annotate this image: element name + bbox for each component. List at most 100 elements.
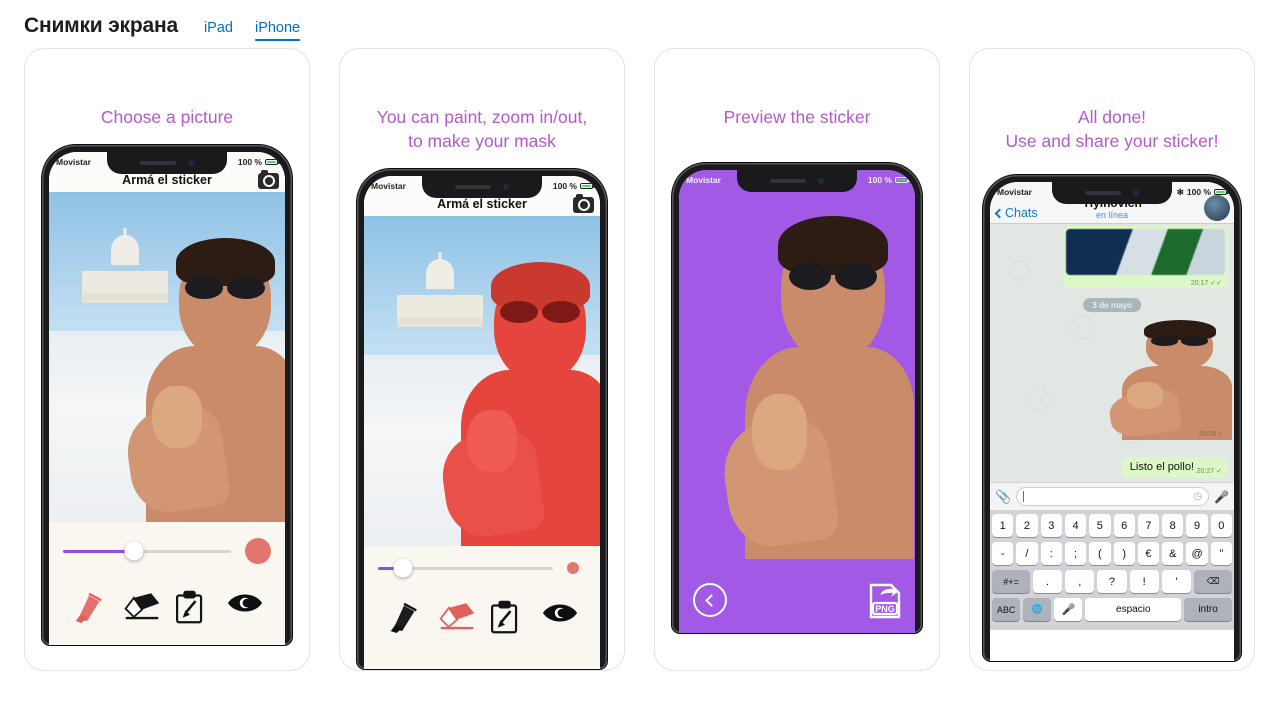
key-9[interactable]: 9 — [1186, 514, 1208, 537]
clipboard-brush-icon[interactable] — [174, 590, 212, 624]
screenshot-card[interactable]: Choose a picture Movistar 100 % Armá el … — [24, 48, 310, 671]
eye-icon[interactable] — [226, 590, 264, 624]
slider-knob[interactable] — [393, 558, 412, 578]
tool-row — [63, 590, 271, 624]
page-title: Снимки экрана — [24, 14, 178, 37]
slider-track[interactable] — [63, 541, 231, 561]
key-at[interactable]: @ — [1186, 542, 1208, 565]
chat-input-bar: 📎 ◷ 🎤 — [990, 482, 1234, 510]
front-camera-icon — [1133, 190, 1139, 196]
screenshot-caption: You can paint, zoom in/out, to make your… — [376, 107, 588, 151]
screenshot-card[interactable]: You can paint, zoom in/out, to make your… — [339, 48, 625, 671]
camera-icon[interactable] — [258, 170, 279, 189]
key-comma[interactable]: , — [1065, 570, 1095, 593]
key-slash[interactable]: / — [1016, 542, 1038, 565]
screenshot-caption: All done! Use and share your sticker! — [1005, 107, 1219, 151]
key-7[interactable]: 7 — [1137, 514, 1160, 537]
key-space[interactable]: espacio — [1085, 598, 1182, 621]
color-swatch[interactable] — [245, 538, 271, 564]
key-ampersand[interactable]: & — [1162, 542, 1184, 565]
highlighter-icon[interactable] — [385, 600, 423, 634]
eraser-icon[interactable] — [437, 600, 475, 634]
key-semicolon[interactable]: ; — [1064, 542, 1087, 565]
sticker-image — [1107, 320, 1233, 440]
message-input[interactable]: ◷ — [1016, 487, 1210, 506]
sticker-icon[interactable]: ◷ — [1193, 491, 1202, 502]
phone-mockup: Movistar ✻ 100 % Chats Yiy — [981, 175, 1243, 670]
key-0[interactable]: 0 — [1210, 514, 1232, 537]
front-camera-icon — [188, 160, 194, 166]
key-1[interactable]: 1 — [992, 514, 1014, 537]
key-question[interactable]: ? — [1097, 570, 1127, 593]
key-abc[interactable]: ABC — [992, 598, 1021, 621]
key-quote[interactable]: " — [1210, 542, 1232, 565]
back-circle-button[interactable] — [693, 583, 727, 617]
brush-size-slider[interactable] — [378, 558, 586, 578]
front-camera-icon — [818, 178, 824, 184]
key-5[interactable]: 5 — [1089, 514, 1111, 537]
clipboard-brush-icon[interactable] — [489, 600, 527, 634]
battery-icon — [1214, 188, 1229, 196]
highlighter-icon[interactable] — [70, 590, 108, 624]
screenshot-caption: Preview the sticker — [723, 107, 871, 127]
key-backspace[interactable]: ⌫ — [1194, 570, 1232, 593]
keyboard-row: ABC 🌐 🎤 espacio intro — [992, 598, 1232, 621]
slider-knob[interactable] — [124, 541, 144, 561]
key-apostrophe[interactable]: ' — [1161, 570, 1191, 593]
date-divider: 3 de mayo — [1083, 298, 1141, 312]
key-8[interactable]: 8 — [1162, 514, 1184, 537]
attach-icon[interactable]: 📎 — [995, 489, 1011, 505]
key-hyphen[interactable]: - — [992, 542, 1014, 565]
key-symbols[interactable]: #+= — [992, 570, 1030, 593]
message-bubble-image[interactable]: 20:17 ✓✓ — [1063, 226, 1228, 288]
bluetooth-icon: ✻ — [1176, 186, 1184, 197]
message-bubble-sticker[interactable]: 20:26 ✓ — [1107, 320, 1233, 440]
speaker-icon — [140, 161, 176, 165]
key-euro[interactable]: € — [1137, 542, 1160, 565]
text-caret — [1023, 491, 1025, 502]
front-camera-icon — [503, 184, 509, 190]
key-6[interactable]: 6 — [1113, 514, 1135, 537]
photo-canvas[interactable] — [364, 216, 600, 546]
tab-iphone[interactable]: iPhone — [254, 20, 301, 41]
eraser-icon[interactable] — [122, 590, 160, 624]
phone-mockup: Movistar 100 % Armá el sticker — [36, 145, 298, 670]
color-swatch[interactable] — [567, 562, 579, 574]
camera-icon[interactable] — [573, 194, 594, 213]
tab-ipad[interactable]: iPad — [204, 20, 233, 41]
key-exclamation[interactable]: ! — [1129, 570, 1159, 593]
key-2[interactable]: 2 — [1016, 514, 1038, 537]
key-period[interactable]: . — [1032, 570, 1063, 593]
microphone-icon[interactable]: 🎤 — [1214, 490, 1229, 504]
onscreen-keyboard: 1 2 3 4 5 6 7 8 9 0 - /: ; () € & @ " … — [990, 510, 1234, 630]
phone-notch — [1052, 182, 1172, 204]
key-enter[interactable]: intro — [1184, 598, 1232, 621]
contact-status: en línea — [1095, 210, 1129, 220]
slider-track[interactable] — [378, 558, 553, 578]
key-colon[interactable]: : — [1040, 542, 1062, 565]
battery-percent-label: 100 % — [552, 181, 577, 191]
key-paren-close[interactable]: ) — [1113, 542, 1135, 565]
navbar-title: Armá el sticker — [437, 197, 527, 211]
brush-size-slider[interactable] — [63, 538, 271, 564]
screenshot-strip: Choose a picture Movistar 100 % Armá el … — [0, 48, 1270, 671]
phone-screen: Movistar 100 % PNG — [679, 170, 915, 633]
phone-notch — [737, 170, 857, 192]
key-paren-open[interactable]: ( — [1089, 542, 1111, 565]
speaker-icon — [1085, 191, 1121, 195]
screenshot-card[interactable]: Preview the sticker Movistar 100 % PNG — [654, 48, 940, 671]
screenshots-header: Снимки экрана iPad iPhone — [0, 0, 1270, 48]
keyboard-row: - / : ; ( ) € & @ " — [992, 542, 1232, 565]
chat-body[interactable]: 20:17 ✓✓ 3 de mayo 20:26 ✓ Listo el poll… — [990, 224, 1234, 482]
message-bubble-text[interactable]: Listo el pollo! 20:27 ✓ — [1121, 457, 1228, 478]
eye-icon[interactable] — [541, 600, 579, 634]
phone-mockup: Movistar 100 % PNG — [666, 163, 928, 670]
export-png-button[interactable]: PNG — [867, 581, 903, 619]
tool-panel — [364, 546, 600, 669]
key-3[interactable]: 3 — [1040, 514, 1062, 537]
screenshot-card[interactable]: All done! Use and share your sticker! Mo… — [969, 48, 1255, 671]
microphone-icon[interactable]: 🎤 — [1054, 598, 1083, 621]
key-4[interactable]: 4 — [1064, 514, 1087, 537]
photo-canvas[interactable] — [49, 192, 285, 522]
globe-icon[interactable]: 🌐 — [1023, 598, 1052, 621]
